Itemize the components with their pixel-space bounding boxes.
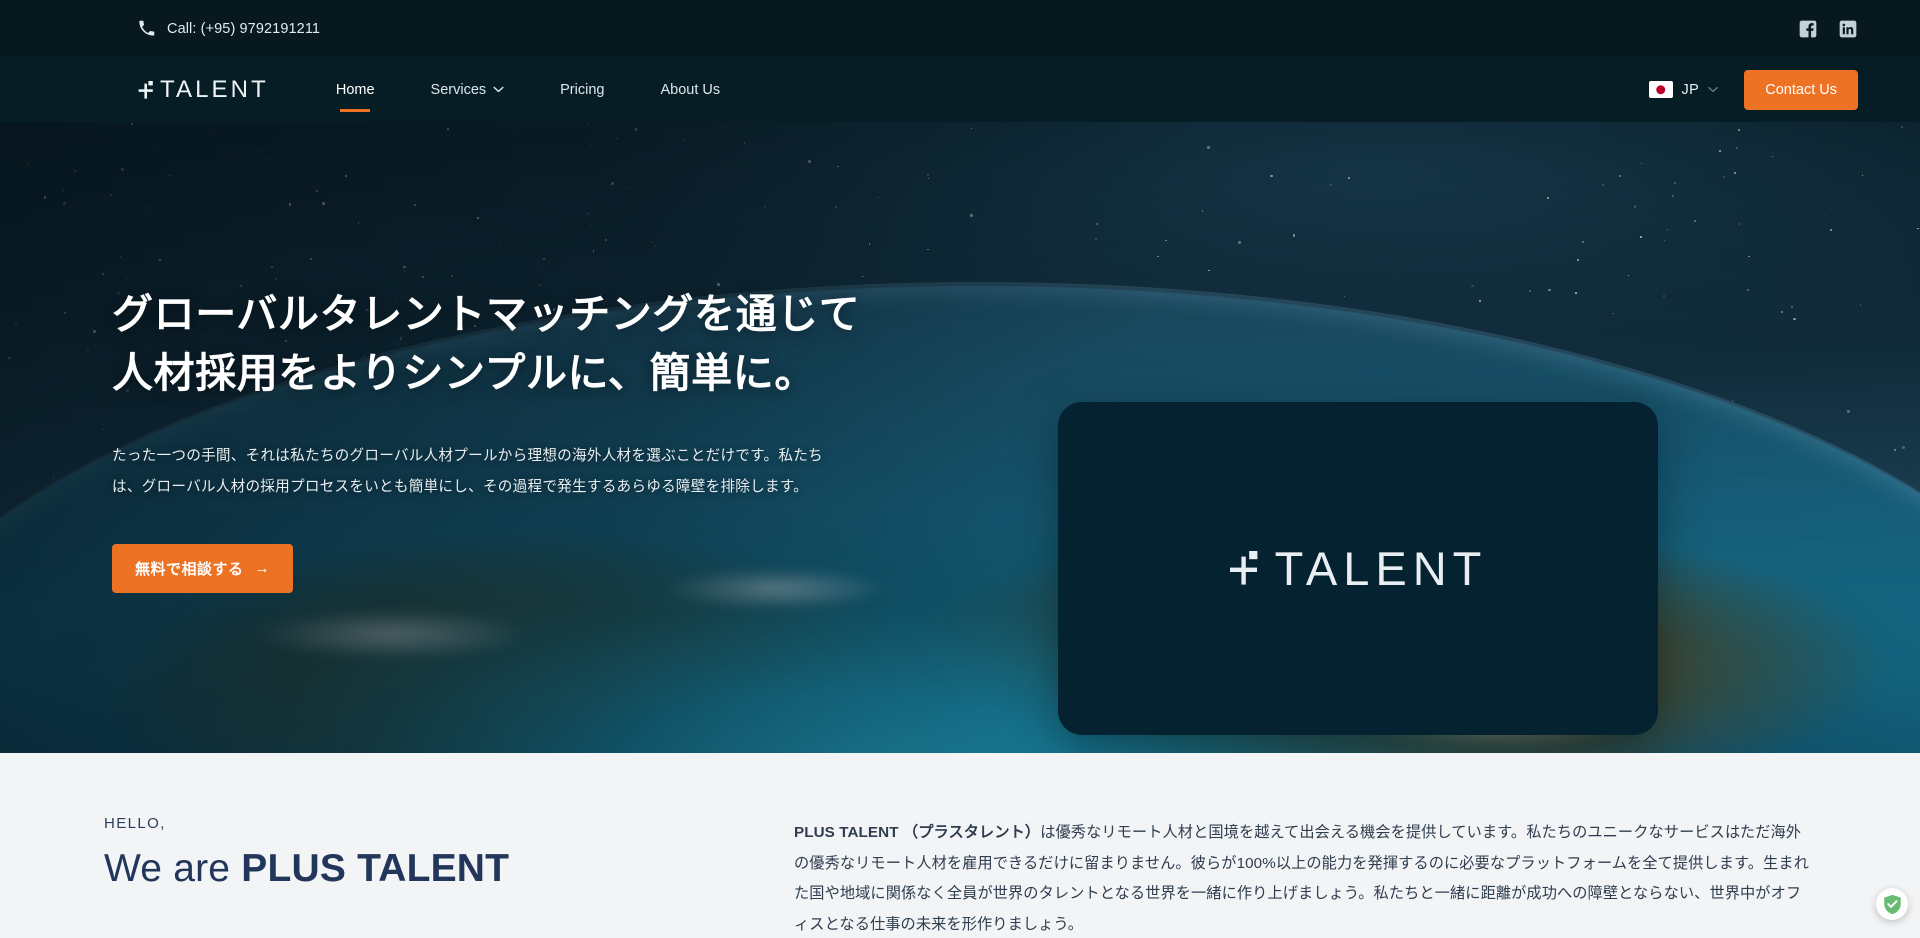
chevron-down-icon	[1708, 86, 1719, 93]
hero-card-brand-name: TALENT	[1274, 542, 1488, 595]
nav-item-pricing[interactable]: Pricing	[558, 78, 606, 102]
about-paragraph: PLUS TALENT （プラスタレント）は優秀なリモート人材と国境を越えて出会…	[794, 818, 1816, 938]
linkedin-icon[interactable]	[1838, 19, 1858, 39]
adguard-shield-icon[interactable]	[1876, 888, 1908, 920]
about-eyebrow: HELLO,	[104, 815, 166, 832]
nav-item-about-us[interactable]: About Us	[658, 78, 722, 102]
plus-mark-icon	[138, 80, 155, 100]
hero-title-line-1: グローバルタレントマッチングを通じて	[112, 291, 861, 337]
about-heading: We are PLUS TALENT	[104, 846, 794, 892]
nav-item-services-label: Services	[430, 81, 487, 98]
about-heading-plain: We are	[104, 847, 242, 890]
contact-us-button[interactable]: Contact Us	[1744, 69, 1858, 110]
language-selector[interactable]: JP	[1648, 81, 1719, 98]
nav-item-about-us-label: About Us	[660, 81, 721, 98]
brand-logo[interactable]: TALENT	[138, 75, 269, 103]
main-navigation-bar: TALENT Home Services Pricing About Us JP…	[0, 57, 1920, 122]
top-utility-bar: Call: (+95) 9792191211	[0, 0, 1920, 57]
shield-check-glyph	[1883, 894, 1901, 914]
about-heading-block: HELLO, We are PLUS TALENT	[104, 815, 794, 938]
social-links	[1798, 19, 1858, 39]
brand-name: TALENT	[160, 75, 269, 103]
nav-item-home-label: Home	[335, 81, 375, 98]
phone-number-text: Call: (+95) 9792191211	[167, 20, 321, 37]
facebook-icon[interactable]	[1798, 19, 1818, 39]
hero-logo-card: TALENT	[1058, 402, 1658, 735]
nav-links: Home Services Pricing About Us	[314, 78, 748, 102]
language-code: JP	[1681, 81, 1700, 98]
japan-flag-icon	[1648, 81, 1673, 98]
chevron-down-icon	[493, 86, 504, 93]
arrow-right-icon: →	[254, 559, 271, 577]
hero-cta-label: 無料で相談する	[135, 560, 244, 578]
page-root: Call: (+95) 9792191211 TALENT Home Servi…	[0, 0, 1920, 938]
about-paragraph-lead: PLUS TALENT （プラスタレント）	[794, 824, 1041, 841]
plus-mark-icon	[1229, 549, 1263, 589]
phone-icon	[138, 20, 155, 37]
nav-item-pricing-label: Pricing	[560, 81, 605, 98]
nav-item-services[interactable]: Services	[429, 78, 507, 102]
hero-title-line-2: 人材採用をよりシンプルに、簡単に。	[112, 350, 816, 397]
phone-contact[interactable]: Call: (+95) 9792191211	[138, 20, 320, 37]
hero-card-logo: TALENT	[1229, 545, 1488, 592]
nav-right-actions: JP Contact Us	[1648, 69, 1858, 110]
hero-title: グローバルタレントマッチングを通じて 人材採用をよりシンプルに、簡単に。	[112, 285, 872, 404]
hero-description: たった一つの手間、それは私たちのグローバル人材プールから理想の海外人材を選ぶこと…	[112, 447, 823, 496]
hero-section: グローバルタレントマッチングを通じて 人材採用をよりシンプルに、簡単に。 たった…	[0, 122, 1920, 753]
hero-text-block: グローバルタレントマッチングを通じて 人材採用をよりシンプルに、簡単に。 たった…	[112, 122, 872, 593]
about-body-block: PLUS TALENT （プラスタレント）は優秀なリモート人材と国境を越えて出会…	[794, 815, 1816, 938]
about-heading-bold: PLUS TALENT	[241, 847, 510, 890]
nav-item-home[interactable]: Home	[334, 78, 377, 102]
hero-cta-button[interactable]: 無料で相談する →	[112, 543, 294, 593]
about-section: HELLO, We are PLUS TALENT PLUS TALENT （プ…	[0, 753, 1920, 938]
